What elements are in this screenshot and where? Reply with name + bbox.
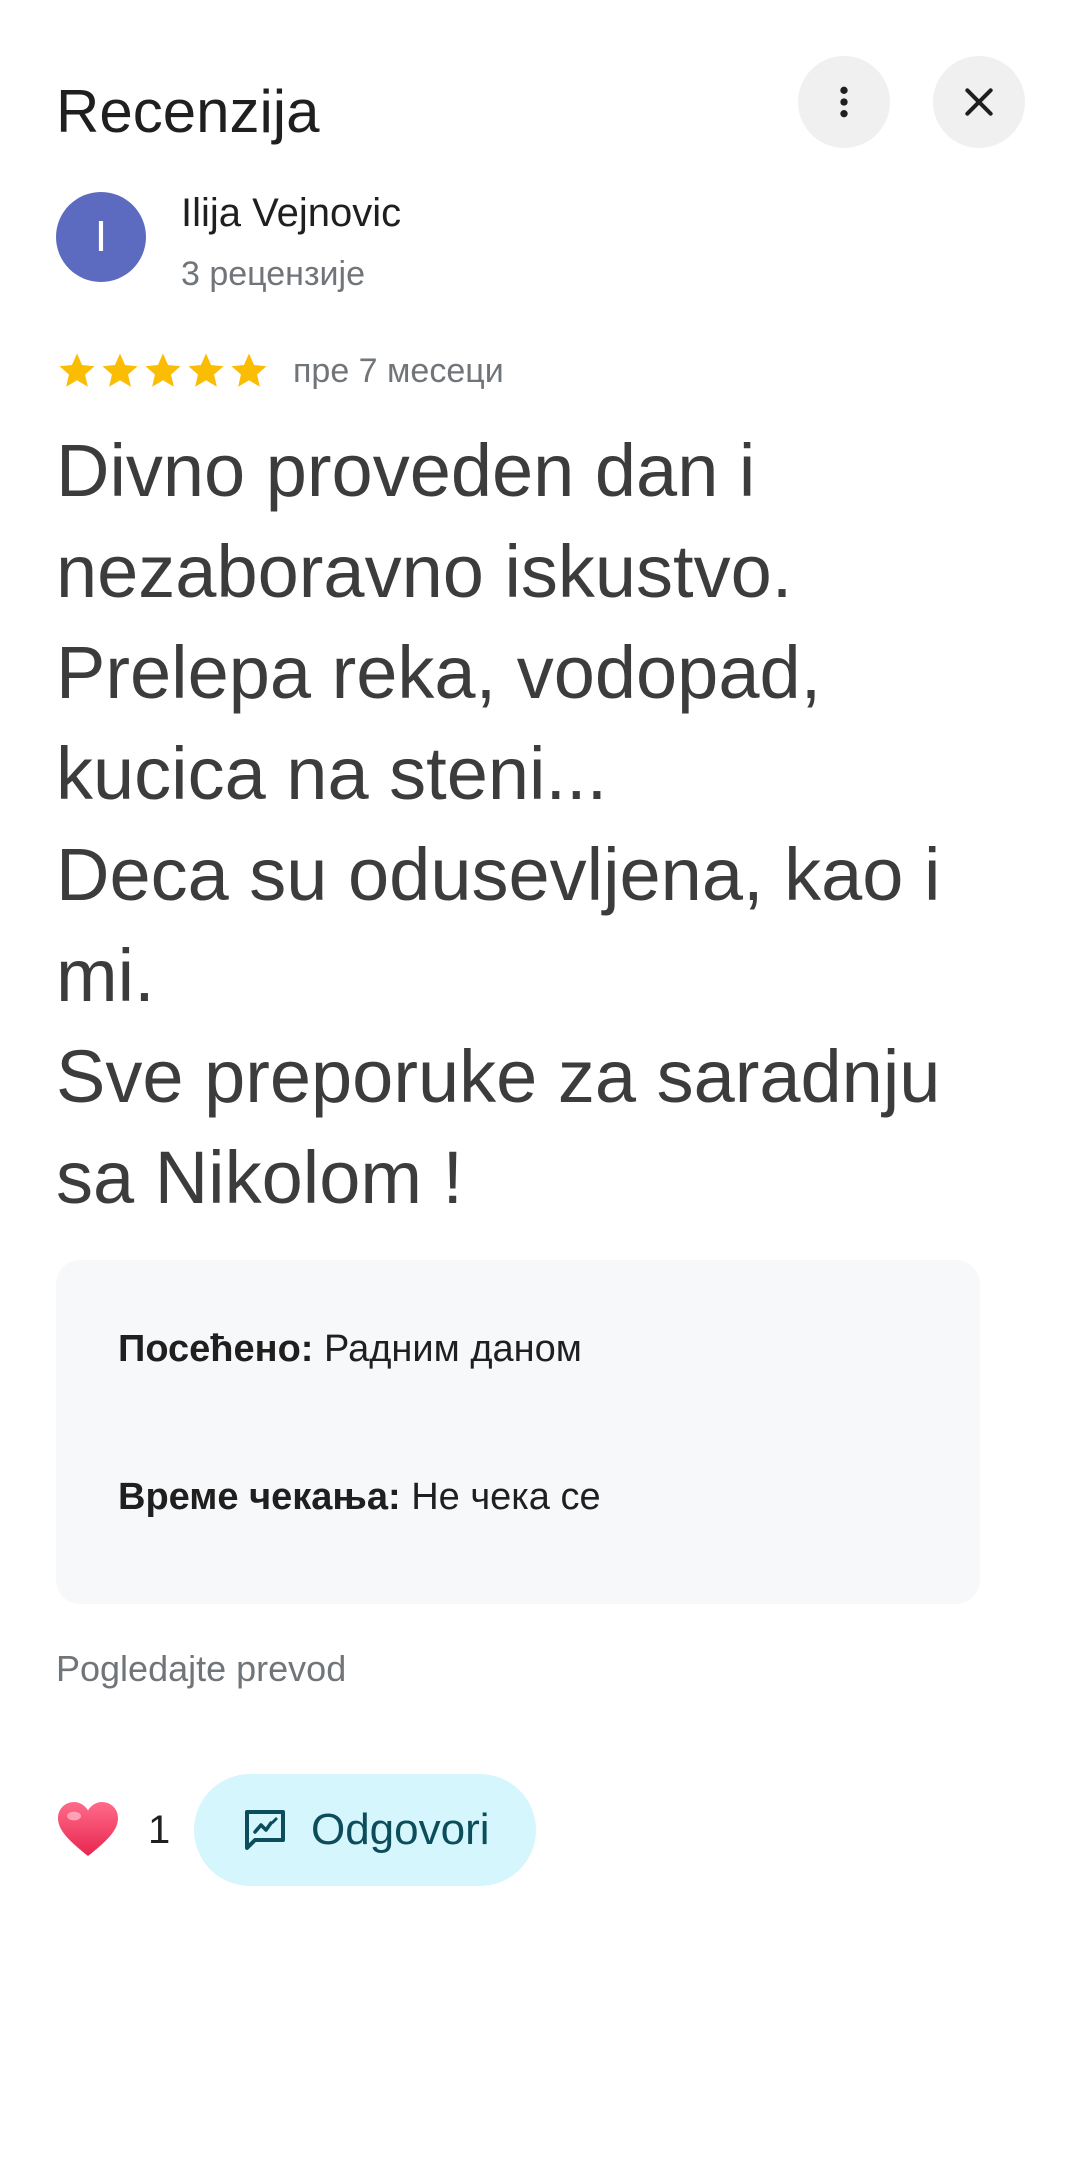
close-icon [965,88,993,116]
see-translation-link[interactable]: Pogledajte prevod [56,1648,346,1690]
star-icon [59,353,95,387]
detail-label: Време чекања: [118,1476,401,1518]
reply-icon [244,1810,285,1850]
review-text: Divno proveden dan i nezaboravno iskustv… [56,429,941,1219]
detail-value: Радним даном [324,1328,582,1370]
more-vert-icon [840,86,848,118]
author-review-count: 3 рецензије [181,255,365,293]
review-actions: 1 Odgovori [56,1774,537,1886]
detail-label: Посећено: [118,1328,314,1370]
star-rating [56,350,271,392]
author-section[interactable]: I Ilija Vejnovic 3 рецензије [56,188,401,296]
like-count: 1 [148,1807,171,1852]
star-icon [102,353,138,387]
reply-label: Odgovori [310,1805,490,1854]
rating-row: пре 7 месеци [56,344,504,398]
review-date: пре 7 месеци [293,351,504,390]
heart-icon [58,1802,118,1856]
review-page: Recenzija I Ilija Vejnovic 3 рецензије п… [0,0,1080,2178]
avatar[interactable]: I [56,192,146,282]
star-icon [231,353,267,387]
page-title: Recenzija [56,78,320,145]
detail-visited: Посећено: Радним даном [118,1328,582,1371]
like-button[interactable]: 1 [56,1800,170,1860]
author-name[interactable]: Ilija Vejnovic [181,188,401,238]
visit-details: Посећено: Радним даном Време чекања: Не … [56,1260,980,1604]
detail-value: Не чека се [411,1476,601,1518]
more-options-button[interactable] [798,56,890,148]
close-button[interactable] [933,56,1025,148]
reply-button[interactable]: Odgovori [194,1774,537,1886]
detail-wait-time: Време чекања: Не чека се [118,1476,601,1519]
star-icon [145,353,181,387]
star-icon [188,353,224,387]
